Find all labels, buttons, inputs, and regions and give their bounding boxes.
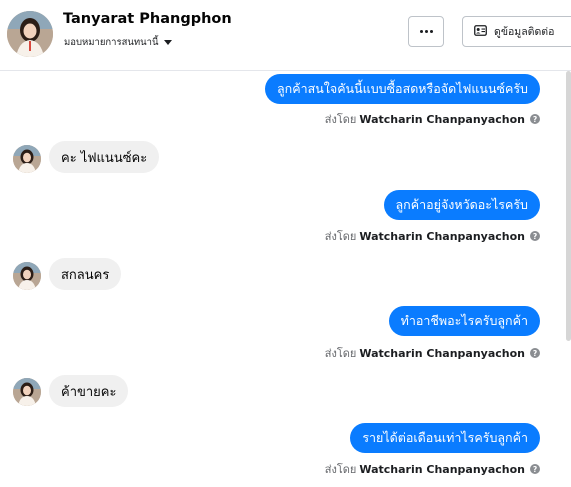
help-icon[interactable]: ? <box>530 231 540 241</box>
help-icon[interactable]: ? <box>530 464 540 474</box>
more-dot-icon <box>419 30 423 33</box>
sent-by-line: ส่งโดย Watcharin Chanpanyachon ? <box>325 227 540 245</box>
contact-avatar[interactable] <box>7 11 53 57</box>
sent-by-line: ส่งโดย Watcharin Chanpanyachon ? <box>325 460 540 478</box>
more-dot-icon <box>429 30 433 33</box>
sent-by-prefix: ส่งโดย <box>324 347 357 360</box>
incoming-message-bubble[interactable]: คะ ไฟแนนซ์คะ <box>49 141 160 173</box>
sent-by-line: ส่งโดย Watcharin Chanpanyachon ? <box>325 110 540 128</box>
message-text: ทำอาชีพอะไรครับลูกค้า <box>400 313 528 328</box>
outgoing-message-bubble[interactable]: ลูกค้าสนใจคันนี้แบบซื้อสดหรือจัดไฟแนนซ์ค… <box>264 74 540 104</box>
incoming-message-bubble[interactable]: ค้าขายคะ <box>49 375 129 407</box>
message-text: ลูกค้าสนใจคันนี้แบบซื้อสดหรือจัดไฟแนนซ์ค… <box>276 81 528 96</box>
more-dot-icon <box>424 30 428 33</box>
sender-name: Watcharin Chanpanyachon <box>359 112 525 126</box>
outgoing-message-bubble[interactable]: ทำอาชีพอะไรครับลูกค้า <box>388 306 540 336</box>
assign-conversation-dropdown[interactable]: มอบหมายการสนทนานี้ <box>60 31 176 53</box>
help-icon[interactable]: ? <box>530 114 540 124</box>
outgoing-message-bubble[interactable]: รายได้ต่อเดือนเท่าไรครับลูกค้า <box>350 423 540 453</box>
message-text: ค้าขายคะ <box>61 384 117 400</box>
chat-scrollbar[interactable] <box>566 71 571 341</box>
outgoing-message-bubble[interactable]: ลูกค้าอยู่จังหวัดอะไรครับ <box>383 190 540 220</box>
more-options-button[interactable] <box>408 16 444 47</box>
sent-by-prefix: ส่งโดย <box>324 113 357 126</box>
sent-by-prefix: ส่งโดย <box>324 463 357 476</box>
sender-name: Watcharin Chanpanyachon <box>359 346 525 360</box>
sent-by-line: ส่งโดย Watcharin Chanpanyachon ? <box>325 344 540 362</box>
view-contact-details-label: ดูข้อมูลติดต่อ <box>494 26 555 38</box>
help-icon[interactable]: ? <box>530 348 540 358</box>
message-text: คะ ไฟแนนซ์คะ <box>61 150 148 166</box>
assign-label: มอบหมายการสนทนานี้ <box>64 36 159 48</box>
incoming-message-bubble[interactable]: สกลนคร <box>49 258 122 290</box>
contact-avatar-small <box>13 378 41 406</box>
view-contact-details-button[interactable]: ดูข้อมูลติดต่อ <box>462 16 571 47</box>
message-text: รายได้ต่อเดือนเท่าไรครับลูกค้า <box>362 430 528 445</box>
contact-avatar-small <box>13 145 41 173</box>
sender-name: Watcharin Chanpanyachon <box>359 462 525 476</box>
sent-by-prefix: ส่งโดย <box>324 230 357 243</box>
conversation-header: Tanyarat Phangphon มอบหมายการสนทนานี้ ดู… <box>0 0 571 71</box>
message-text: ลูกค้าอยู่จังหวัดอะไรครับ <box>395 197 528 212</box>
message-text: สกลนคร <box>61 267 110 283</box>
contact-avatar-small <box>13 262 41 290</box>
caret-down-icon <box>163 40 172 45</box>
sender-name: Watcharin Chanpanyachon <box>359 229 525 243</box>
contact-name[interactable]: Tanyarat Phangphon <box>63 11 232 27</box>
contact-card-icon <box>474 24 487 39</box>
